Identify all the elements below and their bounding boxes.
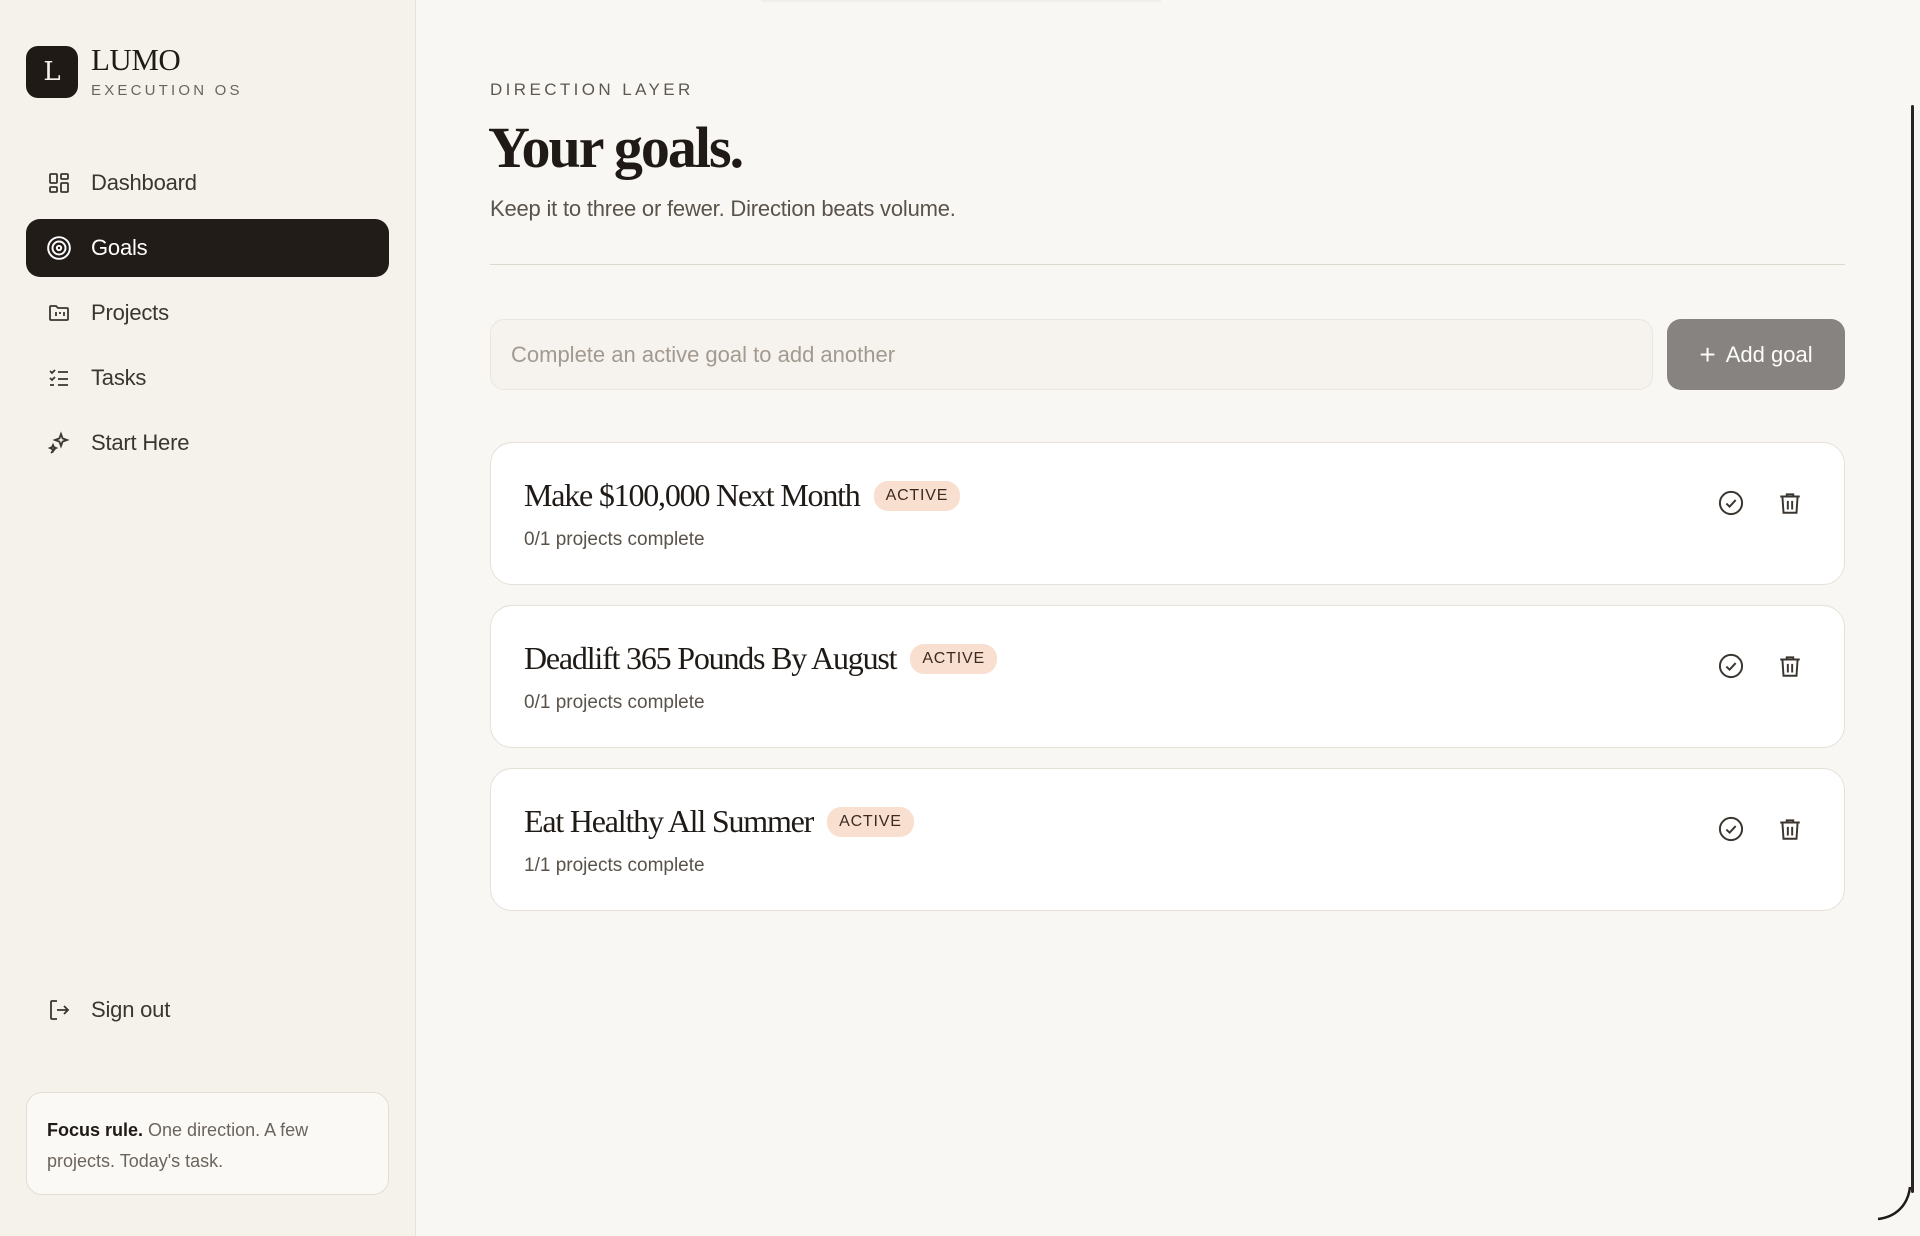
sidebar-item-goals[interactable]: Goals (26, 219, 389, 277)
goal-progress: 0/1 projects complete (524, 692, 705, 713)
dashboard-grid-icon (46, 170, 72, 196)
sidebar-item-label: Dashboard (91, 170, 197, 195)
plus-icon: + (1699, 338, 1716, 370)
goal-actions (1688, 813, 1806, 845)
delete-goal-button[interactable] (1774, 813, 1806, 845)
delete-goal-button[interactable] (1774, 487, 1806, 519)
sidebar-item-projects[interactable]: Projects (26, 284, 389, 342)
goal-title-row: Deadlift 365 Pounds By August ACTIVE (524, 640, 997, 677)
sign-out-button[interactable]: Sign out (26, 981, 389, 1039)
page-title: Your goals. (488, 115, 744, 180)
app: L LUMO EXECUTION OS Dashboard Goals Proj… (0, 0, 1920, 1236)
main-content: DIRECTION LAYER Your goals. Keep it to t… (416, 0, 1920, 1236)
sidebar-item-label: Start Here (91, 430, 190, 455)
brand-subtitle: EXECUTION OS (91, 82, 243, 99)
trash-icon (1780, 819, 1800, 840)
check-circle-icon (1718, 816, 1744, 842)
checklist-icon (46, 365, 72, 391)
sign-out-label: Sign out (91, 997, 171, 1022)
check-circle-icon (1718, 490, 1744, 516)
target-icon (46, 235, 72, 261)
brand-name: LUMO (91, 42, 181, 77)
status-badge: ACTIVE (827, 806, 914, 837)
goal-card[interactable]: Eat Healthy All Summer ACTIVE 1/1 projec… (490, 768, 1845, 911)
goal-title: Eat Healthy All Summer (524, 803, 814, 839)
add-goal-row: Complete an active goal to add another +… (490, 319, 1845, 390)
sidebar-item-dashboard[interactable]: Dashboard (26, 154, 389, 212)
goals-list: Make $100,000 Next Month ACTIVE 0/1 proj… (490, 442, 1845, 931)
delete-goal-button[interactable] (1774, 650, 1806, 682)
focus-rule-title: Focus rule. (47, 1120, 144, 1140)
complete-goal-button[interactable] (1715, 487, 1747, 519)
sidebar-item-label: Tasks (91, 365, 147, 390)
sidebar-nav: Dashboard Goals Projects Tasks Start Her… (26, 154, 389, 479)
scrollbar[interactable] (1911, 105, 1914, 1193)
status-badge: ACTIVE (910, 643, 997, 674)
complete-goal-button[interactable] (1715, 650, 1747, 682)
top-shadow (761, 0, 1161, 4)
goal-title: Deadlift 365 Pounds By August (524, 640, 898, 676)
goal-title: Make $100,000 Next Month (524, 477, 861, 513)
page-eyebrow: DIRECTION LAYER (490, 80, 694, 99)
trash-icon (1780, 493, 1800, 514)
goal-title-row: Make $100,000 Next Month ACTIVE (524, 477, 961, 514)
add-goal-label: Add goal (1725, 341, 1813, 367)
brand-text: LUMO EXECUTION OS (91, 42, 243, 100)
signout-section: Sign out (26, 981, 389, 1046)
page-subtitle: Keep it to three or fewer. Direction bea… (490, 196, 956, 221)
goal-card[interactable]: Deadlift 365 Pounds By August ACTIVE 0/1… (490, 605, 1845, 748)
focus-rule-card: Focus rule. One direction. A few project… (26, 1092, 389, 1195)
folder-icon (46, 300, 72, 326)
add-goal-button[interactable]: + Add goal (1667, 319, 1845, 390)
sidebar-item-start-here[interactable]: Start Here (26, 414, 389, 472)
trash-icon (1780, 656, 1800, 677)
goal-card[interactable]: Make $100,000 Next Month ACTIVE 0/1 proj… (490, 442, 1845, 585)
sidebar-item-tasks[interactable]: Tasks (26, 349, 389, 407)
complete-goal-button[interactable] (1715, 813, 1747, 845)
goal-actions (1688, 487, 1806, 519)
brand[interactable]: L LUMO EXECUTION OS (26, 44, 243, 99)
status-badge: ACTIVE (873, 480, 961, 511)
goal-actions (1688, 650, 1806, 682)
check-circle-icon (1718, 653, 1744, 679)
resize-handle-icon[interactable] (1874, 1183, 1914, 1228)
sparkle-icon (46, 430, 72, 456)
goal-input[interactable]: Complete an active goal to add another (490, 319, 1653, 390)
sidebar: L LUMO EXECUTION OS Dashboard Goals Proj… (0, 0, 416, 1236)
brand-logo: L (26, 45, 78, 98)
logout-icon (46, 997, 72, 1023)
goal-title-row: Eat Healthy All Summer ACTIVE (524, 803, 914, 840)
divider (490, 264, 1845, 265)
sidebar-item-label: Goals (91, 235, 148, 260)
goal-progress: 1/1 projects complete (524, 855, 705, 876)
goal-progress: 0/1 projects complete (524, 529, 705, 550)
sidebar-item-label: Projects (91, 300, 169, 325)
